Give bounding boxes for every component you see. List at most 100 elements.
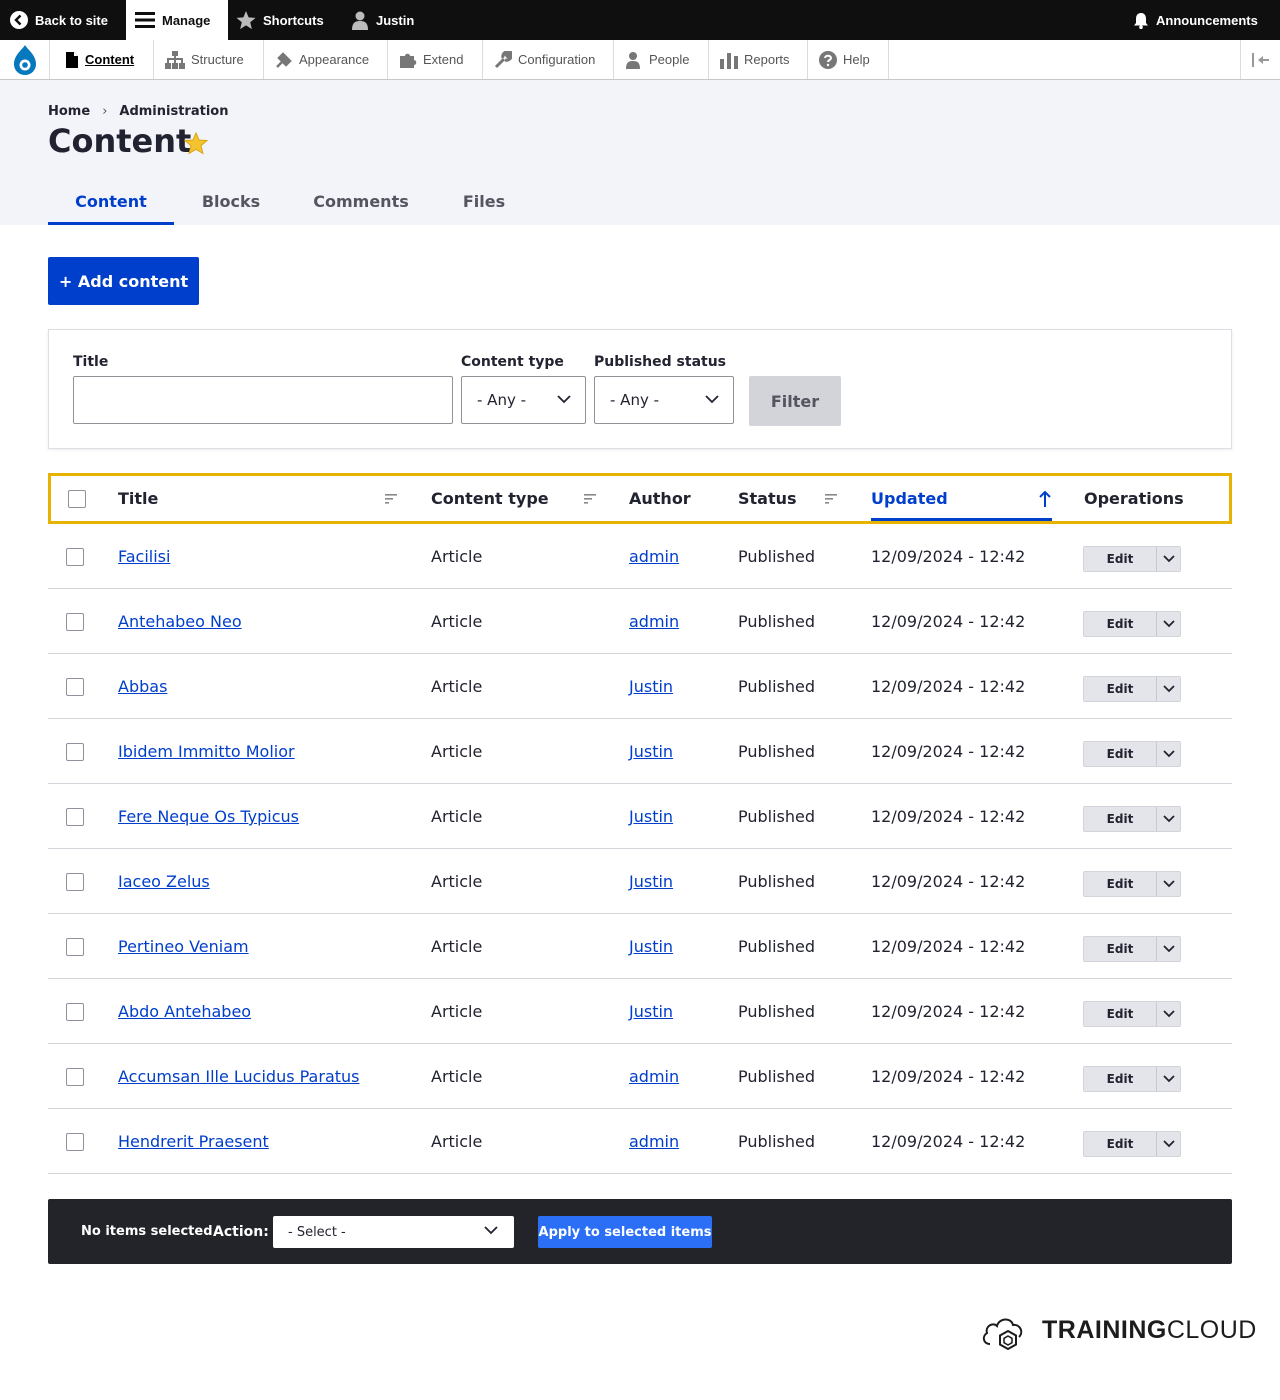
edit-button[interactable]: Edit [1084, 872, 1156, 896]
row-checkbox[interactable] [66, 938, 84, 956]
operations-dropdown-toggle[interactable] [1156, 937, 1180, 961]
content-type-select[interactable]: - Any - [461, 376, 586, 424]
row-author-link[interactable]: admin [629, 1132, 679, 1151]
hamburger-icon [135, 12, 155, 28]
row-checkbox[interactable] [66, 743, 84, 761]
row-author-link[interactable]: admin [629, 547, 679, 566]
user-tab[interactable]: Justin [351, 0, 414, 40]
filter-button[interactable]: Filter [749, 376, 841, 426]
menu-item-people[interactable]: People [614, 40, 709, 79]
row-checkbox[interactable] [66, 548, 84, 566]
row-author-link[interactable]: admin [629, 1067, 679, 1086]
row-checkbox[interactable] [66, 678, 84, 696]
menu-item-structure[interactable]: Structure [154, 40, 264, 79]
shortcuts-tab[interactable]: Shortcuts [236, 0, 324, 40]
row-checkbox[interactable] [66, 808, 84, 826]
row-title-link[interactable]: Facilisi [118, 547, 170, 566]
content-table-body: Facilisi Article admin Published 12/09/2024 … [48, 524, 1232, 1174]
shortcut-star-icon[interactable] [184, 132, 208, 155]
header-title[interactable]: Title [118, 476, 158, 521]
edit-button[interactable]: Edit [1084, 677, 1156, 701]
header-updated[interactable]: Updated [871, 476, 948, 521]
page-header: Home › Administration Content Content Bl… [0, 80, 1280, 225]
operations-dropdown-toggle[interactable] [1156, 612, 1180, 636]
row-title-link[interactable]: Abdo Antehabeo [118, 1002, 251, 1021]
logo-text-training: TRAINING [1042, 1315, 1167, 1344]
table-row: Abdo Antehabeo Article Justin Published 12/0… [48, 979, 1232, 1044]
row-status: Published [738, 937, 816, 956]
table-row: Ibidem Immitto Molior Article Justin Publis… [48, 719, 1232, 784]
operations-dropdown-toggle[interactable] [1156, 872, 1180, 896]
edit-button[interactable]: Edit [1084, 612, 1156, 636]
operations-dropdown-toggle[interactable] [1156, 1067, 1180, 1091]
breadcrumb-home[interactable]: Home [48, 104, 90, 119]
row-author-link[interactable]: Justin [629, 937, 673, 956]
row-checkbox[interactable] [66, 1133, 84, 1151]
sitemap-icon [165, 50, 185, 69]
operations-dropdown-toggle[interactable] [1156, 1132, 1180, 1156]
sort-ascending-arrow-icon[interactable] [1039, 491, 1051, 507]
row-title-link[interactable]: Antehabeo Neo [118, 612, 242, 631]
operations-dropdown-toggle[interactable] [1156, 807, 1180, 831]
operations-dropdown-toggle[interactable] [1156, 547, 1180, 571]
operations-dropdown-toggle[interactable] [1156, 677, 1180, 701]
edit-button[interactable]: Edit [1084, 742, 1156, 766]
sort-icon[interactable] [385, 494, 397, 504]
tab-content[interactable]: Content [48, 178, 174, 225]
tab-blocks[interactable]: Blocks [174, 178, 288, 225]
row-checkbox[interactable] [66, 613, 84, 631]
row-content-type: Article [431, 1132, 483, 1151]
edit-button[interactable]: Edit [1084, 937, 1156, 961]
menu-item-appearance[interactable]: Appearance [264, 40, 388, 79]
row-updated: 12/09/2024 - 12:42 [871, 677, 1026, 696]
manage-tab[interactable]: Manage [126, 0, 228, 40]
row-author-link[interactable]: Justin [629, 742, 673, 761]
row-title-link[interactable]: Hendrerit Praesent [118, 1132, 269, 1151]
table-row: Abbas Article Justin Published 12/09/2024 - … [48, 654, 1232, 719]
row-author-link[interactable]: Justin [629, 872, 673, 891]
action-select[interactable]: - Select - [273, 1216, 514, 1248]
row-title-link[interactable]: Ibidem Immitto Molior [118, 742, 295, 761]
edit-button[interactable]: Edit [1084, 1132, 1156, 1156]
row-title-link[interactable]: Pertineo Veniam [118, 937, 249, 956]
row-title-link[interactable]: Fere Neque Os Typicus [118, 807, 299, 826]
add-content-button[interactable]: + Add content [48, 257, 199, 305]
title-filter-input[interactable] [73, 376, 453, 424]
row-checkbox[interactable] [66, 1003, 84, 1021]
sort-icon[interactable] [584, 494, 596, 504]
published-status-select[interactable]: - Any - [594, 376, 734, 424]
header-content-type[interactable]: Content type [431, 476, 549, 521]
menu-item-content[interactable]: Content [54, 40, 154, 79]
breadcrumb-administration[interactable]: Administration [119, 104, 228, 119]
menu-item-extend[interactable]: Extend [388, 40, 483, 79]
operations-dropdown-toggle[interactable] [1156, 1002, 1180, 1026]
row-content-type: Article [431, 677, 483, 696]
select-all-checkbox[interactable] [68, 490, 86, 508]
operations-dropdown-toggle[interactable] [1156, 742, 1180, 766]
row-author-link[interactable]: Justin [629, 807, 673, 826]
menu-item-help[interactable]: Help [808, 40, 889, 79]
edit-button[interactable]: Edit [1084, 547, 1156, 571]
row-title-link[interactable]: Abbas [118, 677, 167, 696]
row-checkbox[interactable] [66, 1068, 84, 1086]
row-title-link[interactable]: Accumsan Ille Lucidus Paratus [118, 1067, 360, 1086]
edit-button[interactable]: Edit [1084, 1002, 1156, 1026]
row-author-link[interactable]: Justin [629, 677, 673, 696]
tray-orientation-toggle[interactable] [1240, 40, 1280, 79]
edit-button[interactable]: Edit [1084, 807, 1156, 831]
announcements-tab[interactable]: Announcements [1133, 0, 1258, 40]
row-author-link[interactable]: admin [629, 612, 679, 631]
menu-item-configuration[interactable]: Configuration [483, 40, 614, 79]
menu-item-reports[interactable]: Reports [709, 40, 808, 79]
apply-to-selected-button[interactable]: Apply to selected items [538, 1216, 712, 1248]
row-checkbox[interactable] [66, 873, 84, 891]
row-author-link[interactable]: Justin [629, 1002, 673, 1021]
row-title-link[interactable]: Iaceo Zelus [118, 872, 210, 891]
sort-icon[interactable] [825, 494, 837, 504]
header-status[interactable]: Status [738, 476, 797, 521]
edit-button[interactable]: Edit [1084, 1067, 1156, 1091]
tab-comments[interactable]: Comments [288, 178, 434, 225]
tab-files[interactable]: Files [434, 178, 534, 225]
drupal-logo[interactable] [0, 40, 50, 79]
back-to-site-link[interactable]: Back to site [10, 0, 108, 40]
